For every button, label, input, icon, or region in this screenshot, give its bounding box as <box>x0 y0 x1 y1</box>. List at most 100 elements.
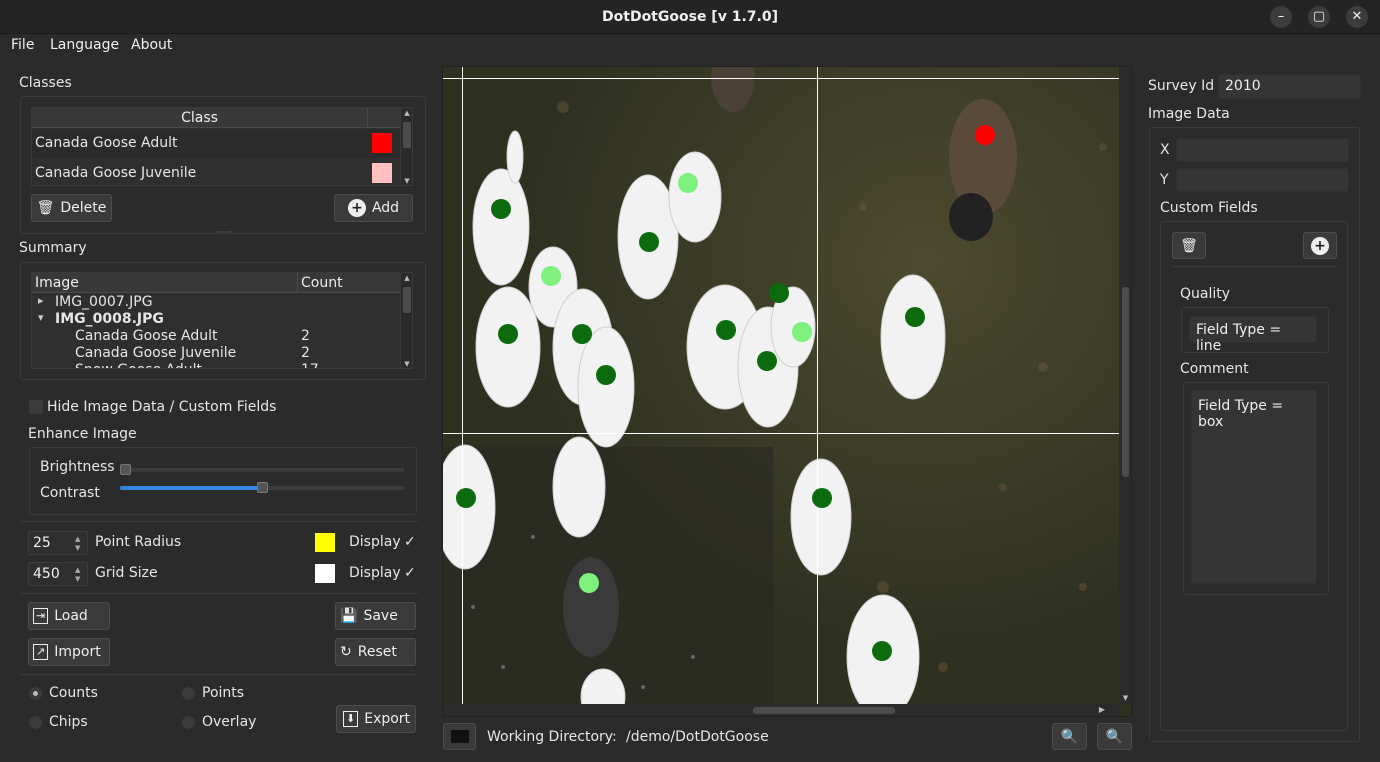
scroll-thumb[interactable] <box>753 707 895 714</box>
count-column-header[interactable]: Count <box>301 275 343 291</box>
divider <box>20 674 418 675</box>
save-button[interactable]: 💾 Save <box>335 602 416 630</box>
class-color-swatch[interactable] <box>372 163 392 183</box>
expand-arrow-icon[interactable]: ▾ <box>38 311 44 324</box>
delete-field-button[interactable]: 🗑 <box>1172 232 1206 259</box>
minimize-icon: – <box>1277 9 1285 24</box>
zoom-out-button[interactable]: 🔍 <box>1097 723 1132 750</box>
annotation-point[interactable] <box>872 641 892 661</box>
annotation-point[interactable] <box>716 320 736 340</box>
annotation-point[interactable] <box>812 488 832 508</box>
x-input[interactable] <box>1176 138 1349 162</box>
quality-input[interactable]: Field Type = line <box>1189 316 1317 354</box>
spin-down-icon[interactable]: ▼ <box>75 544 85 552</box>
chips-label: Chips <box>49 714 88 730</box>
spin-up-icon[interactable]: ▲ <box>75 566 85 574</box>
scroll-down-icon[interactable]: ▼ <box>1119 694 1131 702</box>
summary-row[interactable]: Snow Goose Adult 17 <box>32 362 400 368</box>
point-display-check[interactable]: ✓ <box>404 534 416 550</box>
annotation-point[interactable] <box>678 173 698 193</box>
classes-scrollbar[interactable]: ▲ ▼ <box>400 108 412 185</box>
menu-about[interactable]: About <box>131 37 172 53</box>
annotation-point[interactable] <box>757 351 777 371</box>
scroll-right-icon[interactable]: ▶ <box>1099 705 1105 714</box>
counts-radio[interactable] <box>29 687 42 700</box>
annotation-point[interactable] <box>541 266 561 286</box>
class-row[interactable]: Canada Goose Adult <box>32 129 400 158</box>
scroll-thumb[interactable] <box>1122 287 1129 477</box>
working-directory-button[interactable] <box>443 723 476 750</box>
grid-line <box>443 433 1119 434</box>
expand-arrow-icon[interactable]: ▸ <box>38 294 44 307</box>
scroll-up-icon[interactable]: ▲ <box>401 109 412 117</box>
overlay-radio[interactable] <box>182 716 195 729</box>
scroll-down-icon[interactable]: ▼ <box>401 360 412 368</box>
summary-row[interactable]: ▾ IMG_0008.JPG <box>32 311 400 328</box>
survey-id-label: Survey Id <box>1148 78 1215 94</box>
delete-label: Delete <box>60 200 107 216</box>
annotation-point[interactable] <box>792 322 812 342</box>
contrast-handle[interactable] <box>256 482 268 493</box>
delete-class-button[interactable]: 🗑 Delete <box>31 194 112 222</box>
annotation-point[interactable] <box>596 365 616 385</box>
close-button[interactable]: ✕ <box>1346 6 1368 28</box>
annotation-point[interactable] <box>905 307 925 327</box>
class-color-swatch[interactable] <box>372 133 392 153</box>
grid-color-swatch[interactable] <box>315 564 335 583</box>
divider <box>1172 266 1338 267</box>
add-field-button[interactable]: + <box>1303 232 1337 259</box>
point-radius-label: Point Radius <box>95 534 182 550</box>
splitter-handle-icon[interactable]: ······ <box>216 228 233 238</box>
viewer-vertical-scrollbar[interactable]: ▼ <box>1119 67 1131 704</box>
load-button[interactable]: ⇥ Load <box>28 602 110 630</box>
brightness-slider[interactable] <box>120 464 404 475</box>
menu-file[interactable]: File <box>11 37 34 53</box>
reset-button[interactable]: ↻ Reset <box>335 638 416 666</box>
summary-row[interactable]: Canada Goose Juvenile 2 <box>32 345 400 362</box>
scroll-down-icon[interactable]: ▼ <box>401 177 412 185</box>
point-color-swatch[interactable] <box>315 533 335 552</box>
scroll-thumb[interactable] <box>403 122 411 148</box>
import-button[interactable]: ↗ Import <box>28 638 110 666</box>
scroll-thumb[interactable] <box>403 287 411 313</box>
hide-image-data-checkbox[interactable] <box>29 400 43 414</box>
image-column-header[interactable]: Image <box>35 275 79 291</box>
summary-scrollbar[interactable]: ▲ ▼ <box>400 273 412 368</box>
grid-size-spinbox[interactable]: 450 ▲ ▼ <box>28 562 88 586</box>
minimize-button[interactable]: – <box>1270 6 1292 28</box>
point-radius-spinbox[interactable]: 25 ▲ ▼ <box>28 531 88 555</box>
image-viewer[interactable]: ▼ ▶ <box>442 66 1132 717</box>
brightness-handle[interactable] <box>120 464 131 475</box>
export-button[interactable]: ⬇ Export <box>336 705 416 733</box>
grid-display-check[interactable]: ✓ <box>404 565 416 581</box>
zoom-in-button[interactable]: 🔍 <box>1052 723 1087 750</box>
points-radio[interactable] <box>182 687 195 700</box>
survey-id-input[interactable]: 2010 <box>1218 74 1361 99</box>
annotation-point[interactable] <box>975 125 995 145</box>
comment-input[interactable]: Field Type = box <box>1191 390 1317 584</box>
add-class-button[interactable]: + Add <box>334 194 413 222</box>
class-row[interactable]: Canada Goose Juvenile <box>32 159 400 185</box>
scroll-up-icon[interactable]: ▲ <box>401 274 412 282</box>
menu-language[interactable]: Language <box>50 37 119 53</box>
summary-row[interactable]: ▸ IMG_0007.JPG <box>32 294 400 311</box>
annotation-point[interactable] <box>579 573 599 593</box>
annotation-point[interactable] <box>572 324 592 344</box>
annotation-point[interactable] <box>639 232 659 252</box>
maximize-button[interactable]: ▢ <box>1308 6 1330 28</box>
classes-table[interactable]: Class Canada Goose Adult Canada Goose Ju… <box>31 107 413 186</box>
comment-label: Comment <box>1180 361 1249 377</box>
y-input[interactable] <box>1176 168 1349 192</box>
spin-down-icon[interactable]: ▼ <box>75 575 85 583</box>
annotation-point[interactable] <box>456 488 476 508</box>
summary-tree[interactable]: Image Count ▸ IMG_0007.JPG ▾ IMG_0008.JPG Ca… <box>31 272 413 369</box>
spin-up-icon[interactable]: ▲ <box>75 535 85 543</box>
contrast-slider[interactable] <box>120 482 404 493</box>
summary-row[interactable]: Canada Goose Adult 2 <box>32 328 400 345</box>
annotation-point[interactable] <box>498 324 518 344</box>
class-column-header[interactable]: Class <box>32 110 367 126</box>
viewer-horizontal-scrollbar[interactable]: ▶ <box>443 704 1119 716</box>
annotation-point[interactable] <box>491 199 511 219</box>
annotation-point[interactable] <box>769 283 789 303</box>
chips-radio[interactable] <box>29 716 42 729</box>
